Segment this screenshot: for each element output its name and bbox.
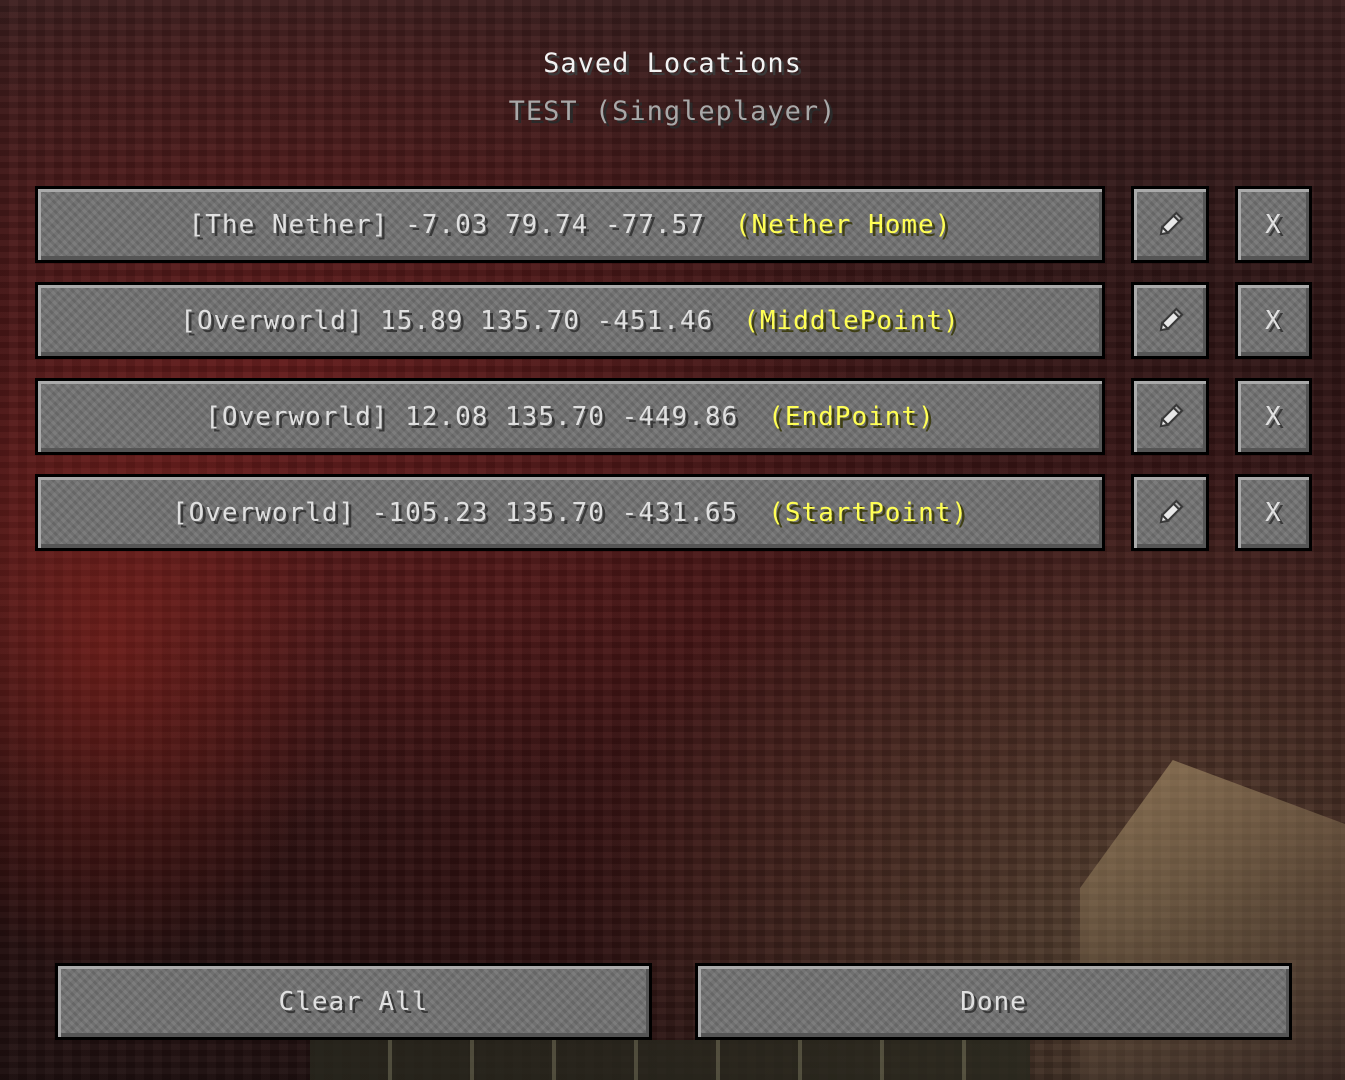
location-coords: [Overworld] -105.23 135.70 -431.65 (171, 497, 739, 528)
pencil-icon (1155, 306, 1185, 336)
done-button[interactable]: Done (695, 963, 1292, 1040)
edit-location-button[interactable] (1131, 186, 1209, 263)
edit-location-button[interactable] (1131, 282, 1209, 359)
delete-location-button[interactable]: X (1235, 378, 1312, 455)
location-name: (MiddlePoint) (743, 305, 960, 336)
location-name: (Nether Home) (734, 209, 952, 240)
location-button[interactable]: [Overworld] -105.23 135.70 -431.65 (Start… (35, 474, 1105, 551)
background-hotbar (310, 1040, 1030, 1080)
location-name: (StartPoint) (768, 497, 969, 528)
screen-subtitle: TEST (Singleplayer) (508, 96, 837, 127)
pencil-icon (1155, 210, 1185, 240)
location-button[interactable]: [Overworld] 15.89 135.70 -451.46 (MiddleP… (35, 282, 1105, 359)
edit-location-button[interactable] (1131, 474, 1209, 551)
close-icon: X (1265, 497, 1282, 528)
close-icon: X (1265, 305, 1282, 336)
close-icon: X (1265, 209, 1282, 240)
delete-location-button[interactable]: X (1235, 282, 1312, 359)
location-button[interactable]: [The Nether] -7.03 79.74 -77.57 (Nether H… (35, 186, 1105, 263)
delete-location-button[interactable]: X (1235, 186, 1312, 263)
pencil-icon (1155, 498, 1185, 528)
location-button[interactable]: [Overworld] 12.08 135.70 -449.86 (EndPoin… (35, 378, 1105, 455)
location-name: (EndPoint) (768, 401, 935, 432)
clear-all-label: Clear All (278, 986, 429, 1017)
location-coords: [Overworld] 15.89 135.70 -451.46 (180, 305, 714, 336)
edit-location-button[interactable] (1131, 378, 1209, 455)
location-coords: [The Nether] -7.03 79.74 -77.57 (188, 209, 705, 240)
delete-location-button[interactable]: X (1235, 474, 1312, 551)
pencil-icon (1155, 402, 1185, 432)
location-coords: [Overworld] 12.08 135.70 -449.86 (205, 401, 739, 432)
clear-all-button[interactable]: Clear All (55, 963, 652, 1040)
done-label: Done (960, 986, 1027, 1017)
screen-title: Saved Locations (543, 48, 802, 79)
close-icon: X (1265, 401, 1282, 432)
